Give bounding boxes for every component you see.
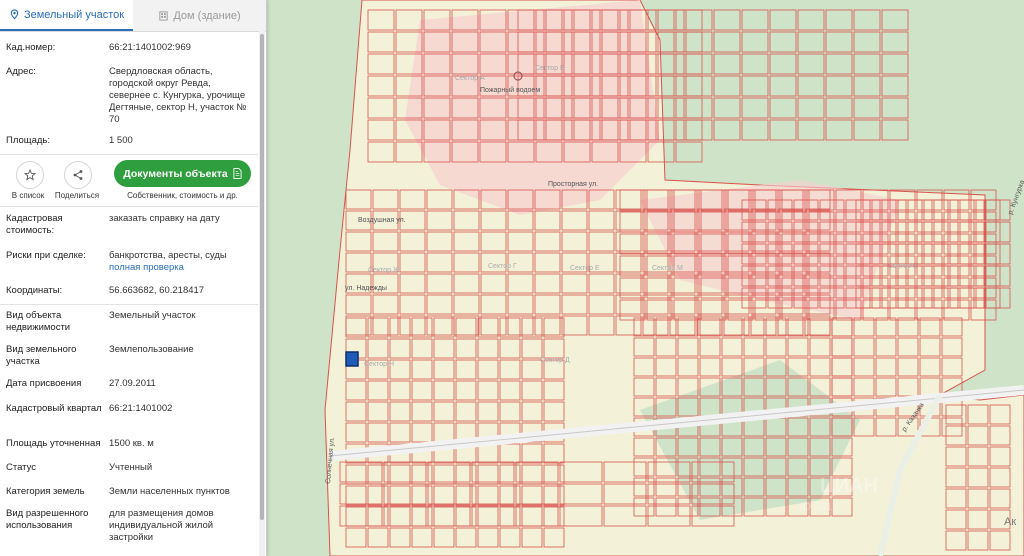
- row-label: Кад.номер:: [6, 42, 56, 53]
- share-label: Поделиться: [54, 191, 100, 200]
- row-label: Дата присвоения: [6, 378, 82, 389]
- tab-land-plot[interactable]: Земельный участок: [0, 0, 133, 31]
- label-nadezhdy: ул. Надежды: [345, 285, 387, 292]
- label-prostornaya: Просторная ул.: [548, 181, 598, 188]
- divider: [0, 304, 258, 305]
- row-label: Кадастровая стоимость:: [6, 213, 63, 236]
- cadastral-number-link[interactable]: 66:21:1401002:969: [109, 42, 254, 54]
- tab-land-plot-label: Земельный участок: [23, 8, 125, 21]
- share-button[interactable]: [64, 161, 92, 189]
- object-documents-label: Документы объекта: [123, 167, 228, 180]
- action-bar: В список Поделиться Документы объекта Со…: [0, 158, 258, 204]
- selected-parcel[interactable]: [345, 351, 359, 367]
- watermark-id: ID 3317...: [800, 501, 848, 513]
- tab-house-label: Дом (здание): [173, 9, 241, 22]
- object-documents-caption: Собственник, стоимость и др.: [127, 191, 238, 200]
- row-label: Адрес:: [6, 66, 36, 77]
- row-label: Риски при сделке:: [6, 250, 86, 261]
- star-icon: [24, 169, 36, 181]
- label-sector-zh: Сектор Ж: [368, 267, 400, 274]
- object-type-value: Земельный участок: [109, 310, 196, 321]
- document-icon: [233, 168, 242, 179]
- address-value: Свердловская область, городской округ Ре…: [109, 66, 247, 125]
- area-value: 1 500: [109, 135, 133, 146]
- precise-area-value: 1500 кв. м: [109, 438, 154, 449]
- permitted-use-value: для размещения домов индивидуальной жило…: [109, 508, 214, 543]
- full-check-link[interactable]: полная проверка: [109, 262, 184, 273]
- assign-date-value: 27.09.2011: [109, 378, 156, 389]
- label-sector-b: Сектор Б: [535, 65, 565, 72]
- row-label: Кадастровый квартал: [6, 403, 102, 414]
- quarter-value: 66:21:1401002: [109, 403, 173, 414]
- row-label: Статус: [6, 462, 37, 473]
- map-pin-icon: [10, 9, 19, 20]
- panel-scrollbar-thumb[interactable]: [260, 34, 264, 520]
- label-sector-a: Сектор А: [455, 75, 485, 82]
- row-label: Вид земельного участка: [6, 344, 77, 367]
- share-icon: [73, 170, 83, 180]
- tab-house[interactable]: Дом (здание): [133, 0, 266, 31]
- edge-text: Ак: [1004, 516, 1016, 528]
- building-icon: [159, 11, 168, 21]
- label-sector-e: Сектор Е: [570, 265, 600, 272]
- divider: [0, 206, 258, 207]
- row-label: Площадь:: [6, 135, 50, 146]
- tab-bar: Земельный участок Дом (здание): [0, 0, 266, 32]
- info-panel: Земельный участок Дом (здание) Кад.номер…: [0, 0, 267, 556]
- label-vozdushnaya: Воздушная ул.: [358, 217, 406, 224]
- row-label: Площадь уточненная: [6, 438, 101, 449]
- status-value: Учтенный: [109, 462, 153, 473]
- coordinates-value: 56.663682, 60.218417: [109, 285, 205, 296]
- label-fire-reservoir: Пожарный водоем: [480, 86, 540, 94]
- divider: [0, 154, 258, 155]
- object-documents-button[interactable]: Документы объекта: [114, 160, 251, 187]
- label-sector-n: Сектор Н: [364, 361, 394, 368]
- land-type-value: Землепользование: [109, 344, 194, 355]
- label-sector-d: Сектор Д: [540, 357, 570, 364]
- row-label: Координаты:: [6, 285, 63, 296]
- row-label: Вид разрешенного использования: [6, 508, 89, 531]
- watermark-cian: ЦИАН: [820, 475, 878, 497]
- label-sector-g: Сектор Г: [488, 263, 517, 270]
- risks-value: банкротства, аресты, суды полная проверка: [109, 250, 254, 274]
- risks-text: банкротства, аресты, суды: [109, 250, 227, 261]
- row-label: Вид объекта недвижимости: [6, 310, 71, 333]
- order-certificate-link[interactable]: заказать справку на дату: [109, 213, 254, 225]
- label-sector-m: Сектор М: [652, 265, 683, 272]
- row-label: Категория земель: [6, 486, 85, 497]
- label-sector-k: Сектор К: [888, 263, 918, 270]
- category-value: Земли населенных пунктов: [109, 486, 230, 497]
- add-to-list-button[interactable]: [16, 161, 44, 189]
